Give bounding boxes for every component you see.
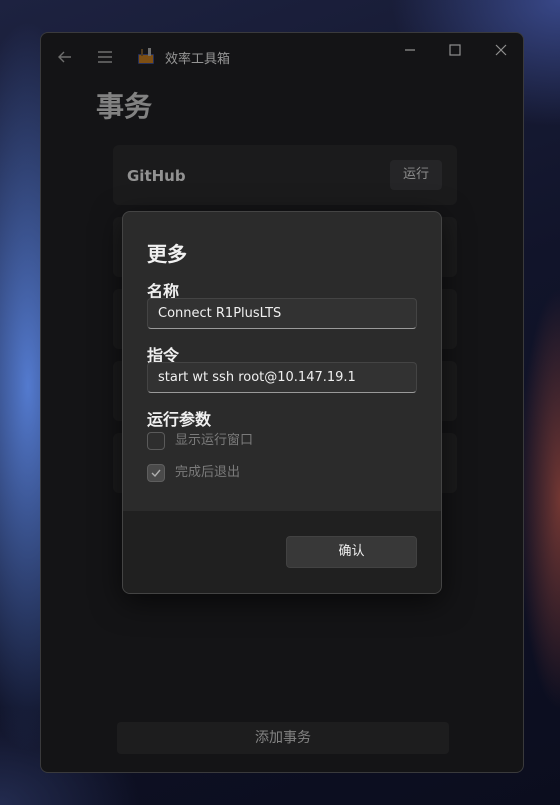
command-field[interactable]: start wt ssh root@10.147.19.1 [147,362,417,393]
exit-after-checkbox[interactable] [147,464,165,482]
dialog-title: 更多 [147,242,187,266]
exit-after-label: 完成后退出 [175,465,241,480]
name-field[interactable]: Connect R1PlusLTS [147,298,417,329]
dialog-footer: 确认 [123,511,441,593]
more-dialog: 更多 名称 Connect R1PlusLTS 指令 start wt ssh … [122,211,442,594]
show-window-label: 显示运行窗口 [175,433,254,448]
show-window-checkbox[interactable] [147,432,165,450]
checkmark-icon [151,469,161,478]
confirm-button[interactable]: 确认 [286,536,417,568]
params-label: 运行参数 [147,410,212,429]
